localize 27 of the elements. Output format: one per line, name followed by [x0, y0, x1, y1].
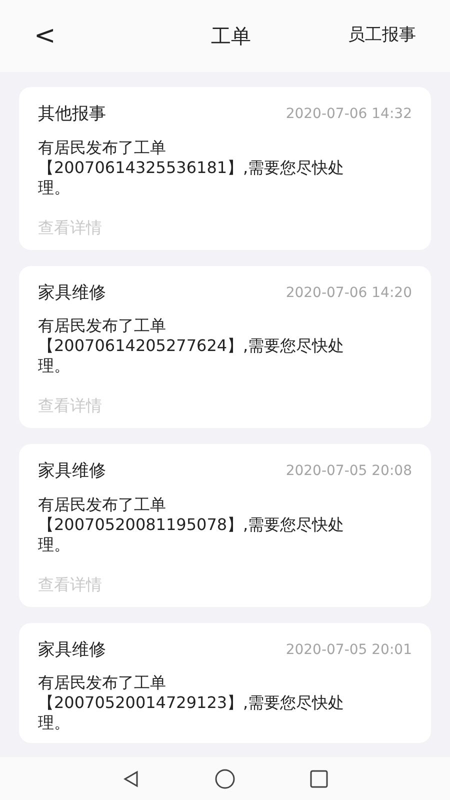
page-title: 工单	[210, 23, 252, 50]
message-line: 有居民发布了工单	[38, 138, 167, 158]
category-label: 家具维修	[38, 460, 106, 483]
message-line: 有居民发布了工单	[38, 494, 167, 514]
message-line: 理。	[38, 713, 71, 733]
back-nav-icon[interactable]	[122, 770, 140, 788]
category-label: 家具维修	[38, 638, 106, 662]
message-line: 有居民发布了工单	[38, 673, 167, 693]
message-line: 有居民发布了工单	[38, 316, 167, 336]
message-line: 【20070614205277624】,需要您尽快处	[38, 336, 346, 356]
message-line: 【20070614325536181】,需要您尽快处	[38, 158, 346, 178]
timestamp: 2020-07-05 20:01	[286, 640, 412, 660]
message-line: 理。	[38, 356, 71, 376]
recents-nav-icon[interactable]	[310, 770, 328, 788]
home-nav-icon[interactable]	[215, 768, 235, 788]
message-line: 理。	[38, 534, 71, 554]
back-button[interactable]: <	[34, 23, 64, 49]
message-line: 【20070520081195078】,需要您尽快处	[38, 514, 346, 534]
timestamp: 2020-07-06 14:32	[286, 105, 412, 124]
timestamp: 2020-07-05 20:08	[286, 462, 412, 482]
staff-report-button[interactable]: 员工报事	[348, 23, 416, 49]
message-line: 理。	[38, 178, 71, 198]
timestamp: 2020-07-06 14:20	[286, 284, 412, 303]
category-label: 家具维修	[38, 282, 106, 304]
message-line: 【20070520014729123】,需要您尽快处	[38, 693, 346, 713]
work-order-card[interactable]: 家具维修 2020-07-05 20:01 有居民发布了工单 【20070520014729123】,需要您尽快处 理。	[19, 622, 431, 743]
category-label: 其他报事	[38, 103, 106, 126]
